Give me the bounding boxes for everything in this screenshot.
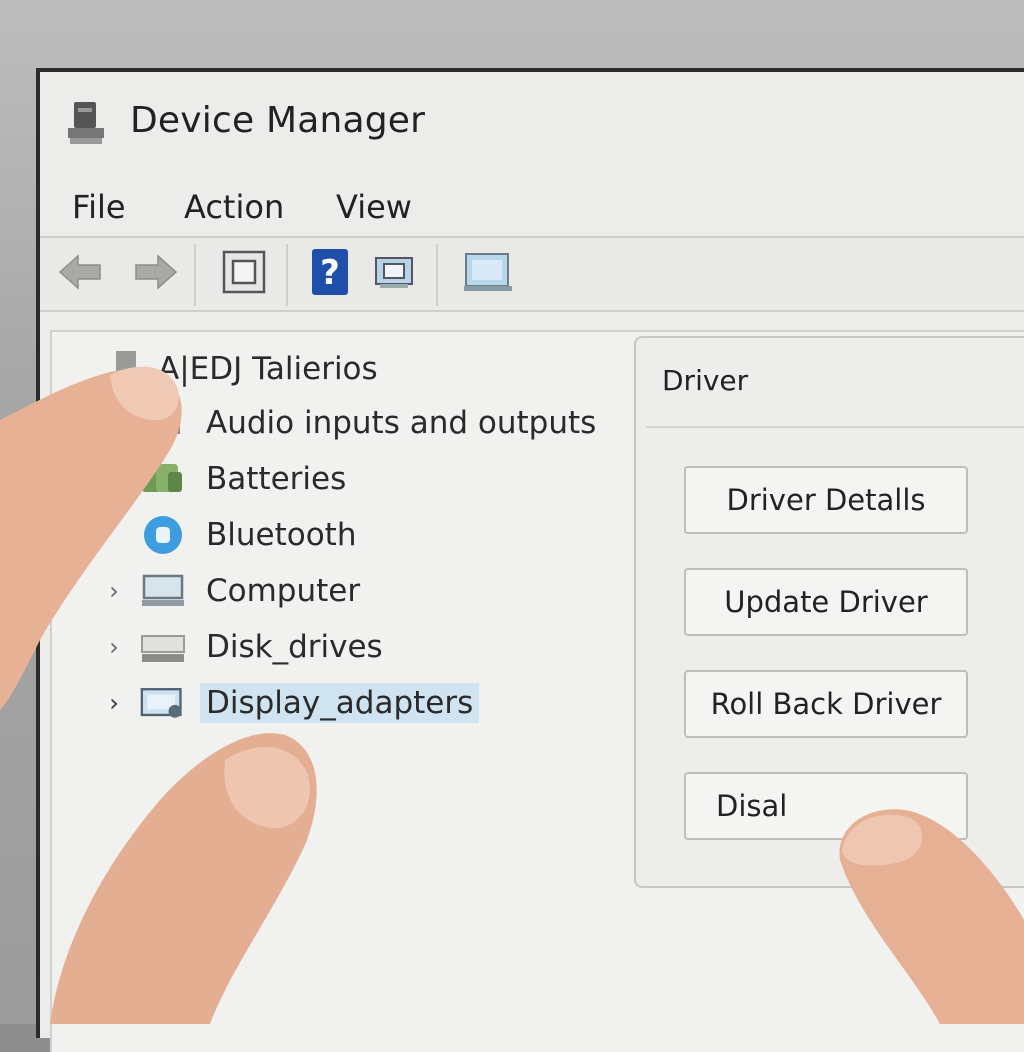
tree-node-label: Computer bbox=[206, 573, 361, 609]
roll-back-driver-button[interactable]: Roll Back Driver bbox=[684, 670, 968, 738]
tree-node-disk-drives[interactable]: › Disk_drives bbox=[109, 622, 389, 672]
driver-properties-panel: Driver Driver Detalls Update Driver Roll… bbox=[634, 336, 1024, 888]
toolbar-separator bbox=[436, 244, 438, 306]
bluetooth-icon bbox=[140, 515, 186, 555]
back-arrow-icon bbox=[56, 252, 104, 296]
tree-node-bluetooth[interactable]: Bluetooth bbox=[140, 510, 363, 560]
disable-device-button[interactable]: Disal bbox=[684, 772, 968, 840]
tree-root-label: A|EDJ Talierios bbox=[158, 351, 378, 387]
computer-icon bbox=[112, 349, 142, 389]
tree-node-label: Bluetooth bbox=[206, 517, 357, 553]
tree-node-display-adapters[interactable]: › Display_adapters bbox=[109, 678, 480, 728]
menu-action[interactable]: Action bbox=[184, 188, 284, 226]
forward-arrow-icon bbox=[132, 252, 180, 296]
back-button[interactable] bbox=[52, 248, 108, 300]
computer-icon bbox=[66, 100, 106, 146]
scan-hardware-button[interactable] bbox=[366, 248, 422, 300]
display-adapter-icon bbox=[140, 683, 186, 723]
chevron-right-icon[interactable]: › bbox=[104, 633, 124, 661]
battery-icon bbox=[140, 459, 186, 499]
tree-node-label: Display_adapters bbox=[200, 683, 480, 723]
tree-node-batteries[interactable]: Batteries bbox=[140, 454, 352, 504]
toolbar: ? bbox=[40, 236, 1024, 312]
help-icon: ? bbox=[310, 247, 350, 301]
tab-driver[interactable]: Driver bbox=[662, 364, 748, 397]
update-driver-button[interactable]: Update Driver bbox=[684, 568, 968, 636]
tree-node-label: Audio inputs and outputs bbox=[206, 405, 597, 441]
speaker-icon bbox=[140, 403, 186, 443]
disk-drive-icon bbox=[140, 627, 186, 667]
menu-view[interactable]: View bbox=[336, 188, 412, 226]
title-bar: Device Manager bbox=[40, 72, 1024, 174]
driver-details-button[interactable]: Driver Detalls bbox=[684, 466, 968, 534]
menu-bar: File Action View bbox=[40, 182, 1024, 234]
computer-icon bbox=[140, 571, 186, 611]
properties-icon bbox=[221, 249, 267, 299]
properties-button[interactable] bbox=[216, 248, 272, 300]
tree-root[interactable]: A|EDJ Talierios bbox=[112, 346, 378, 392]
tree-node-label: Batteries bbox=[206, 461, 347, 497]
tree-node-label: Disk_drives bbox=[206, 629, 383, 665]
monitor-button[interactable] bbox=[460, 248, 516, 300]
chevron-right-icon[interactable]: › bbox=[104, 689, 124, 717]
tree-node-audio[interactable]: Audio inputs and outputs bbox=[140, 398, 602, 448]
monitor-icon bbox=[462, 250, 514, 298]
menu-file[interactable]: File bbox=[72, 188, 126, 226]
tree-node-computer[interactable]: › Computer bbox=[109, 566, 366, 616]
window-title: Device Manager bbox=[130, 100, 426, 141]
forward-button[interactable] bbox=[128, 248, 184, 300]
help-button[interactable]: ? bbox=[302, 248, 358, 300]
chevron-right-icon[interactable]: › bbox=[104, 577, 124, 605]
tab-divider bbox=[646, 426, 1024, 428]
scan-hardware-icon bbox=[370, 252, 418, 296]
toolbar-separator bbox=[194, 244, 196, 306]
svg-text:?: ? bbox=[320, 253, 340, 293]
toolbar-separator bbox=[286, 244, 288, 306]
